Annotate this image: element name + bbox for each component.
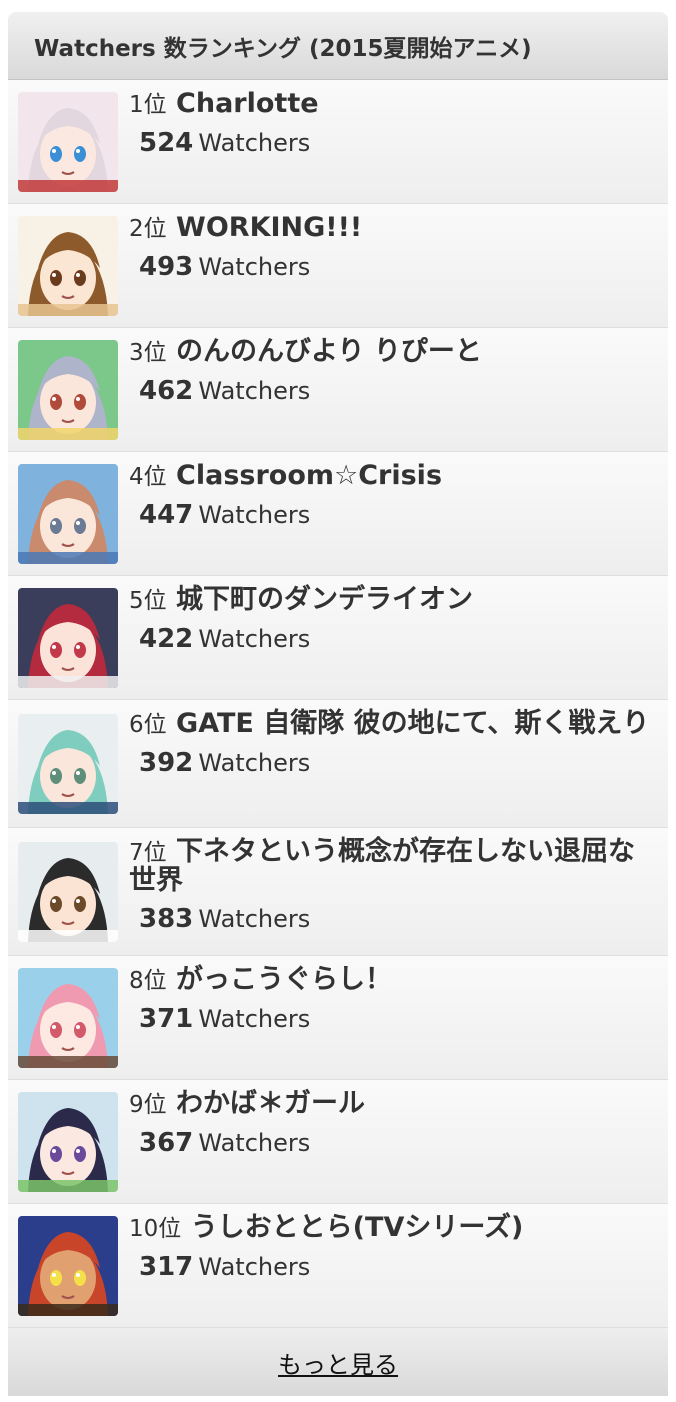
watchers-count: 462 <box>139 376 194 406</box>
watchers-label: Watchers <box>198 749 311 777</box>
panel-title: Watchers 数ランキング (2015夏開始アニメ) <box>34 35 532 62</box>
rank-title-line[interactable]: 9位 わかば＊ガール <box>129 1090 660 1119</box>
item-info: 2位 WORKING!!! 493 Watchers <box>129 214 660 286</box>
ranking-panel: Watchers 数ランキング (2015夏開始アニメ) 1位 Charlott… <box>8 12 668 1396</box>
item-info: 6位 GATE 自衛隊 彼の地にて、斯く戦えり 392 Watchers <box>129 710 660 782</box>
rank-number: 7位 <box>129 840 167 866</box>
ranking-item[interactable]: 4位 Classroom☆Crisis 447 Watchers <box>8 452 668 576</box>
watchers-line: 371 Watchers <box>129 1003 660 1038</box>
rank-number: 1位 <box>129 92 167 118</box>
anime-title[interactable]: わかば＊ガール <box>176 1088 365 1119</box>
rank-title-line[interactable]: 4位 Classroom☆Crisis <box>129 462 660 491</box>
ranking-item[interactable]: 3位 のんのんびより りぴーと 462 Watchers <box>8 328 668 452</box>
anime-title[interactable]: 城下町のダンデライオン <box>176 584 473 615</box>
watchers-label: Watchers <box>198 1129 311 1157</box>
ranking-item[interactable]: 5位 城下町のダンデライオン 422 Watchers <box>8 576 668 700</box>
watchers-count: 392 <box>139 748 194 778</box>
anime-thumbnail[interactable] <box>18 842 118 942</box>
watchers-label: Watchers <box>198 501 311 529</box>
watchers-line: 447 Watchers <box>129 499 660 534</box>
rank-number: 4位 <box>129 464 167 490</box>
watchers-count: 493 <box>139 252 194 282</box>
panel-header: Watchers 数ランキング (2015夏開始アニメ) <box>8 12 668 80</box>
watchers-line: 493 Watchers <box>129 251 660 286</box>
panel-footer: もっと見る <box>8 1328 668 1396</box>
anime-thumbnail[interactable] <box>18 340 118 440</box>
watchers-count: 367 <box>139 1128 194 1158</box>
rank-title-line[interactable]: 2位 WORKING!!! <box>129 214 660 243</box>
watchers-label: Watchers <box>198 905 311 933</box>
ranking-item[interactable]: 8位 がっこうぐらし！ 371 Watchers <box>8 956 668 1080</box>
ranking-item[interactable]: 2位 WORKING!!! 493 Watchers <box>8 204 668 328</box>
anime-thumbnail[interactable] <box>18 968 118 1068</box>
rank-number: 8位 <box>129 968 167 994</box>
rank-number: 5位 <box>129 588 167 614</box>
rank-title-line[interactable]: 3位 のんのんびより りぴーと <box>129 338 660 367</box>
item-info: 8位 がっこうぐらし！ 371 Watchers <box>129 966 660 1038</box>
watchers-count: 371 <box>139 1004 194 1034</box>
anime-title[interactable]: うしおととら(TVシリーズ) <box>191 1212 524 1243</box>
rank-title-line[interactable]: 5位 城下町のダンデライオン <box>129 586 660 615</box>
watchers-label: Watchers <box>198 1005 311 1033</box>
rank-title-line[interactable]: 10位 うしおととら(TVシリーズ) <box>129 1214 660 1243</box>
rank-number: 6位 <box>129 712 167 738</box>
watchers-line: 392 Watchers <box>129 747 660 782</box>
item-info: 10位 うしおととら(TVシリーズ) 317 Watchers <box>129 1214 660 1286</box>
rank-number: 9位 <box>129 1092 167 1118</box>
item-info: 3位 のんのんびより りぴーと 462 Watchers <box>129 338 660 410</box>
watchers-count: 447 <box>139 500 194 530</box>
anime-title[interactable]: のんのんびより りぴーと <box>176 336 482 367</box>
anime-title[interactable]: WORKING!!! <box>176 212 362 243</box>
anime-thumbnail[interactable] <box>18 714 118 814</box>
rank-title-line[interactable]: 6位 GATE 自衛隊 彼の地にて、斯く戦えり <box>129 710 660 739</box>
rank-number: 10位 <box>129 1216 182 1242</box>
anime-thumbnail[interactable] <box>18 588 118 688</box>
anime-title[interactable]: GATE 自衛隊 彼の地にて、斯く戦えり <box>176 708 649 739</box>
ranking-item[interactable]: 6位 GATE 自衛隊 彼の地にて、斯く戦えり 392 Watchers <box>8 700 668 828</box>
watchers-line: 383 Watchers <box>129 903 660 938</box>
anime-thumbnail[interactable] <box>18 464 118 564</box>
watchers-label: Watchers <box>198 129 311 157</box>
watchers-count: 383 <box>139 904 194 934</box>
item-info: 5位 城下町のダンデライオン 422 Watchers <box>129 586 660 658</box>
see-more-link[interactable]: もっと見る <box>278 1345 398 1380</box>
ranking-item[interactable]: 10位 うしおととら(TVシリーズ) 317 Watchers <box>8 1204 668 1328</box>
watchers-label: Watchers <box>198 1253 311 1281</box>
anime-thumbnail[interactable] <box>18 1216 118 1316</box>
rank-title-line[interactable]: 8位 がっこうぐらし！ <box>129 966 660 995</box>
anime-title[interactable]: 下ネタという概念が存在しない退屈な世界 <box>129 836 635 896</box>
watchers-label: Watchers <box>198 377 311 405</box>
watchers-line: 422 Watchers <box>129 623 660 658</box>
watchers-line: 524 Watchers <box>129 127 660 162</box>
rank-number: 3位 <box>129 340 167 366</box>
watchers-line: 367 Watchers <box>129 1127 660 1162</box>
rank-number: 2位 <box>129 216 167 242</box>
watchers-count: 317 <box>139 1252 194 1282</box>
anime-thumbnail[interactable] <box>18 92 118 192</box>
watchers-label: Watchers <box>198 625 311 653</box>
rank-title-line[interactable]: 1位 Charlotte <box>129 90 660 119</box>
watchers-line: 317 Watchers <box>129 1251 660 1286</box>
watchers-count: 524 <box>139 128 194 158</box>
item-info: 7位 下ネタという概念が存在しない退屈な世界 383 Watchers <box>129 838 660 938</box>
watchers-count: 422 <box>139 624 194 654</box>
watchers-label: Watchers <box>198 253 311 281</box>
watchers-line: 462 Watchers <box>129 375 660 410</box>
anime-title[interactable]: がっこうぐらし！ <box>176 964 392 995</box>
anime-thumbnail[interactable] <box>18 1092 118 1192</box>
item-info: 1位 Charlotte 524 Watchers <box>129 90 660 162</box>
rank-title-line[interactable]: 7位 下ネタという概念が存在しない退屈な世界 <box>129 838 660 895</box>
anime-title[interactable]: Charlotte <box>176 88 319 119</box>
ranking-item[interactable]: 1位 Charlotte 524 Watchers <box>8 80 668 204</box>
item-info: 4位 Classroom☆Crisis 447 Watchers <box>129 462 660 534</box>
item-info: 9位 わかば＊ガール 367 Watchers <box>129 1090 660 1162</box>
ranking-list: 1位 Charlotte 524 Watchers 2位 WORKING!!! 493… <box>8 80 668 1328</box>
ranking-item[interactable]: 7位 下ネタという概念が存在しない退屈な世界 383 Watchers <box>8 828 668 956</box>
ranking-item[interactable]: 9位 わかば＊ガール 367 Watchers <box>8 1080 668 1204</box>
anime-title[interactable]: Classroom☆Crisis <box>176 460 442 491</box>
anime-thumbnail[interactable] <box>18 216 118 316</box>
